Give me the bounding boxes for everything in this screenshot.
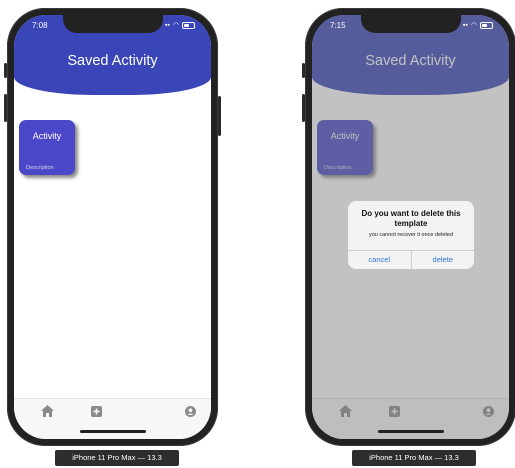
home-indicator bbox=[377, 430, 444, 433]
activity-card[interactable]: Activity Description bbox=[19, 120, 75, 175]
wifi-icon: ◠ bbox=[470, 22, 477, 29]
card-title: Activity bbox=[32, 131, 62, 141]
page-title: Saved Activity bbox=[67, 53, 158, 69]
notch bbox=[360, 15, 461, 33]
notch bbox=[62, 15, 163, 33]
volume-button bbox=[4, 94, 7, 122]
plus-square-icon[interactable] bbox=[89, 404, 103, 418]
cancel-button[interactable]: cancel bbox=[348, 251, 411, 269]
volume-button bbox=[302, 63, 305, 78]
status-icons: ▪▪ ◠ bbox=[463, 21, 493, 29]
device-caption: iPhone 11 Pro Max — 13.3 bbox=[352, 450, 476, 466]
volume-button bbox=[4, 63, 7, 78]
delete-button[interactable]: delete bbox=[410, 251, 475, 269]
dialog-message: you cannot recover it once deleted bbox=[368, 232, 454, 238]
signal-icon: ▪▪ bbox=[164, 21, 170, 29]
delete-confirm-dialog: Do you want to delete this template you … bbox=[348, 201, 474, 269]
screen: 7:15 ▪▪ ◠ Saved Activity Activity Descri… bbox=[312, 15, 509, 439]
left-phone: 7:08 ▪▪ ◠ Saved Activity Activity Descri… bbox=[4, 8, 221, 446]
screen: 7:08 ▪▪ ◠ Saved Activity Activity Descri… bbox=[14, 15, 211, 439]
volume-button bbox=[302, 94, 305, 122]
status-time: 7:15 bbox=[330, 21, 346, 30]
device-caption: iPhone 11 Pro Max — 13.3 bbox=[55, 450, 179, 466]
account-icon[interactable] bbox=[183, 404, 197, 418]
home-icon[interactable] bbox=[40, 404, 54, 418]
status-icons: ▪▪ ◠ bbox=[165, 21, 195, 29]
status-time: 7:08 bbox=[32, 21, 48, 30]
power-button bbox=[218, 96, 221, 136]
battery-icon bbox=[480, 21, 493, 29]
dialog-title: Do you want to delete this template bbox=[361, 209, 461, 228]
home-indicator bbox=[79, 430, 146, 433]
signal-icon: ▪▪ bbox=[462, 21, 468, 29]
right-phone: 7:15 ▪▪ ◠ Saved Activity Activity Descri… bbox=[302, 8, 515, 446]
battery-icon bbox=[182, 21, 195, 29]
dialog-buttons: cancel delete bbox=[348, 250, 474, 269]
card-description: Description bbox=[26, 165, 54, 171]
wifi-icon: ◠ bbox=[172, 22, 179, 29]
